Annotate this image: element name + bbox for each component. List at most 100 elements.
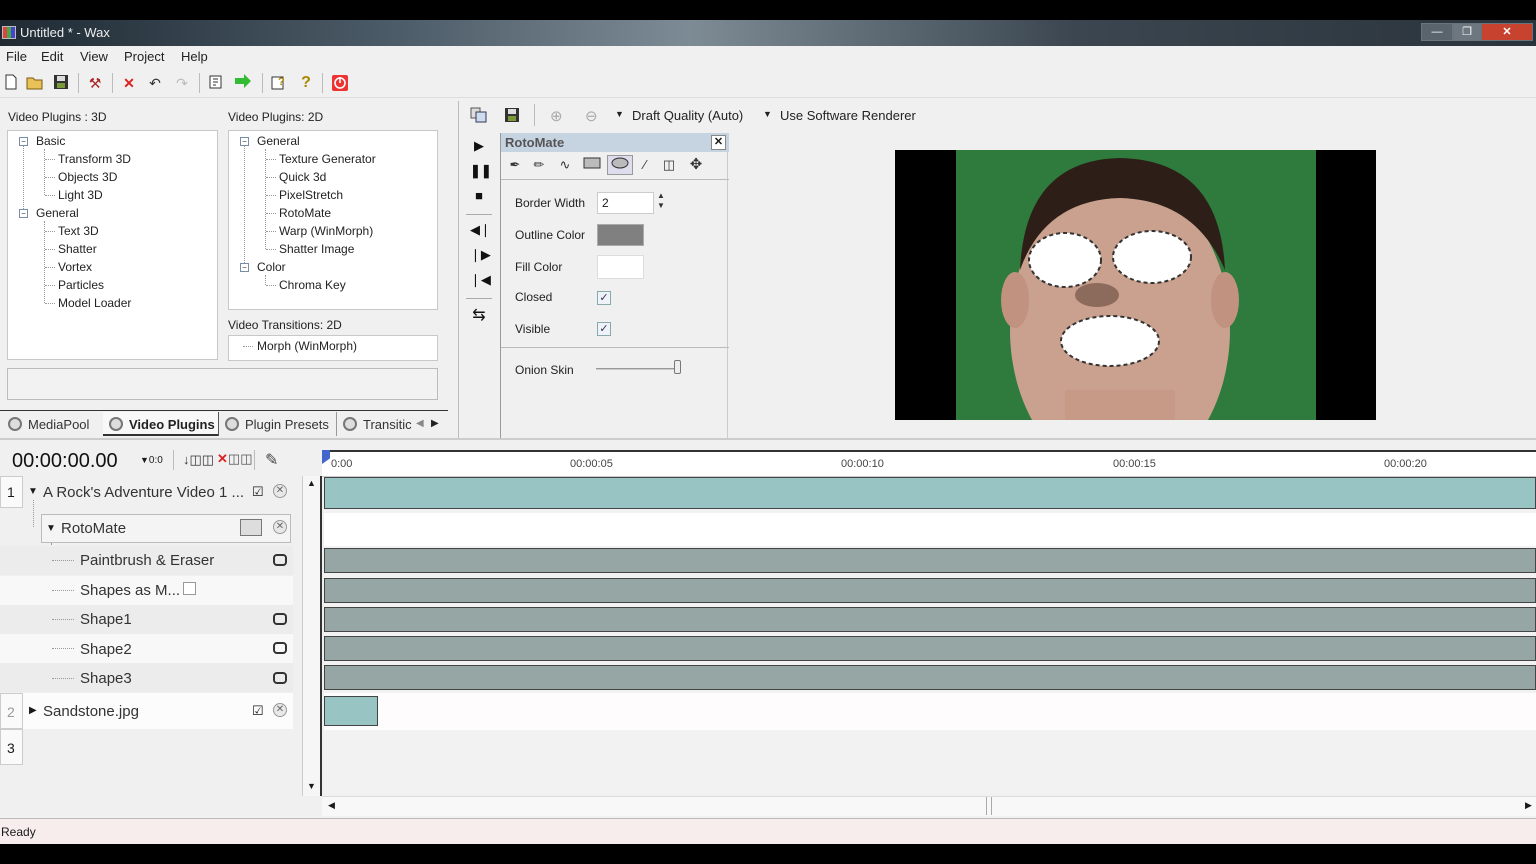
remove-track-button[interactable]: ✕ [273, 484, 287, 498]
tab-transitions[interactable]: Transitic [336, 412, 416, 436]
tab-video-plugins[interactable]: Video Plugins [103, 412, 219, 436]
tree-item[interactable]: Quick 3d [279, 170, 326, 184]
clip-shape2[interactable] [324, 636, 1536, 661]
plugin-editor-icon[interactable] [240, 519, 262, 536]
scroll-right-icon[interactable]: ▶ [1525, 800, 1532, 811]
tree-group-basic[interactable]: Basic [36, 134, 65, 148]
menu-file[interactable]: File [6, 49, 27, 64]
rectangle-icon[interactable] [581, 155, 603, 175]
clip-shapes-as-mask[interactable] [324, 578, 1536, 603]
quality-dropdown[interactable]: Draft Quality (Auto) [632, 108, 743, 123]
visible-checkbox[interactable]: ✓ [597, 322, 611, 336]
collapse-track-icon[interactable]: ▼ [28, 486, 38, 497]
edit-properties-icon[interactable]: ✎ [265, 450, 278, 470]
menu-view[interactable]: View [80, 49, 108, 64]
scroll-left-icon[interactable]: ◀ [328, 800, 335, 811]
tab-plugin-presets[interactable]: Plugin Presets [218, 412, 333, 436]
go-to-start-icon[interactable]: ❘◀ [470, 272, 491, 288]
timeline-zoom-dropdown[interactable]: ▼0:0 [140, 455, 163, 466]
clip-shape3[interactable] [324, 665, 1536, 690]
tree-item[interactable]: Transform 3D [58, 152, 131, 166]
move-icon[interactable]: ✥ [685, 155, 707, 175]
horizontal-scrollbar[interactable] [322, 796, 1536, 816]
loop-icon[interactable]: ⇆ [470, 305, 488, 325]
shape3-mask[interactable] [1060, 315, 1160, 367]
bezier-icon[interactable]: ◫ [658, 155, 680, 175]
tree-group-general[interactable]: General [36, 206, 79, 220]
lock-icon[interactable] [273, 613, 287, 625]
save-icon[interactable] [52, 74, 70, 92]
tab-mediapool[interactable]: MediaPool [2, 412, 93, 436]
expand-track-icon[interactable]: ▶ [29, 705, 37, 716]
add-track-icon[interactable]: ↓◫◫ [183, 452, 214, 468]
power-icon[interactable] [331, 74, 349, 92]
restore-button[interactable]: ❐ [1453, 23, 1481, 41]
zoom-out-icon[interactable]: ⊖ [585, 107, 598, 125]
clip-paintbrush-eraser[interactable] [324, 548, 1536, 573]
renderer-dropdown[interactable]: Use Software Renderer [780, 108, 916, 123]
remove-plugin-button[interactable]: ✕ [273, 520, 287, 534]
tree-item[interactable]: Warp (WinMorph) [279, 224, 373, 238]
track-visibility-icon[interactable]: ☑ [252, 703, 264, 719]
scroll-down-icon[interactable]: ▼ [307, 781, 316, 791]
export-arrow-icon[interactable] [234, 74, 252, 92]
line-icon[interactable]: ∕ [634, 155, 656, 175]
new-file-icon[interactable] [2, 74, 20, 92]
onion-skin-slider-thumb[interactable] [674, 360, 681, 374]
dropdown-arrow-icon[interactable]: ▼ [615, 109, 624, 119]
tree-group-color[interactable]: Color [257, 260, 286, 274]
child-shape2[interactable]: Shape2 [80, 641, 132, 658]
tree-item[interactable]: Texture Generator [279, 152, 376, 166]
onion-skin-slider-track[interactable] [596, 368, 678, 370]
minimize-button[interactable]: — [1421, 23, 1453, 41]
properties-icon[interactable] [207, 74, 225, 92]
child-paintbrush-eraser[interactable]: Paintbrush & Eraser [80, 552, 214, 569]
clip-sandstone[interactable] [324, 696, 378, 726]
ellipse-icon[interactable] [607, 155, 633, 175]
copy-frame-icon[interactable] [470, 107, 488, 126]
lock-icon[interactable] [273, 642, 287, 654]
tree-item[interactable]: Objects 3D [58, 170, 117, 184]
undo-icon[interactable]: ↶ [146, 74, 164, 92]
fill-color-swatch[interactable] [597, 255, 644, 279]
prev-frame-icon[interactable]: ◀❘ [470, 222, 491, 238]
outline-color-swatch[interactable] [597, 224, 644, 246]
help-context-icon[interactable]: ? [270, 74, 288, 92]
lock-icon[interactable] [273, 554, 287, 566]
delete-icon[interactable]: ✕ [120, 74, 138, 92]
scroll-up-icon[interactable]: ▲ [307, 478, 316, 488]
pause-icon[interactable]: ❚❚ [470, 163, 492, 179]
collapse-icon[interactable]: − [240, 263, 249, 272]
dropdown-arrow-icon[interactable]: ▼ [763, 109, 772, 119]
save-frame-icon[interactable] [504, 107, 520, 126]
tree-item[interactable]: Particles [58, 278, 104, 292]
paintbrush-icon[interactable]: ✒ [504, 155, 526, 175]
collapse-plugin-icon[interactable]: ▼ [46, 523, 56, 534]
vertical-scrollbar[interactable] [302, 476, 322, 796]
plugin-name[interactable]: RotoMate [61, 520, 126, 537]
tree-item[interactable]: Model Loader [58, 296, 131, 310]
border-width-input[interactable]: 2 [597, 192, 654, 214]
tree-item-rotomate[interactable]: RotoMate [279, 206, 331, 220]
zoom-in-icon[interactable]: ⊕ [550, 107, 563, 125]
shape2-mask[interactable] [1112, 230, 1192, 284]
tree-item[interactable]: PixelStretch [279, 188, 343, 202]
shapes-as-mask-checkbox[interactable] [183, 582, 196, 595]
collapse-icon[interactable]: − [19, 209, 28, 218]
shape1-mask[interactable] [1028, 232, 1102, 288]
stop-icon[interactable]: ■ [470, 188, 488, 203]
freehand-icon[interactable]: ∿ [554, 155, 576, 175]
redo-icon[interactable]: ↷ [173, 74, 191, 92]
next-frame-icon[interactable]: ❘▶ [470, 247, 491, 263]
wizard-icon[interactable]: ⚒ [86, 74, 104, 92]
track-visibility-icon[interactable]: ☑ [252, 484, 264, 500]
timeline-ruler[interactable] [322, 450, 1536, 477]
collapse-icon[interactable]: − [19, 137, 28, 146]
collapse-icon[interactable]: − [240, 137, 249, 146]
play-icon[interactable]: ▶ [470, 138, 488, 154]
menu-edit[interactable]: Edit [41, 49, 63, 64]
menu-project[interactable]: Project [124, 49, 164, 64]
remove-track-button[interactable]: ✕ [273, 703, 287, 717]
remove-track-icon[interactable]: ✕◫◫ [217, 451, 252, 467]
track-name[interactable]: Sandstone.jpg [43, 703, 139, 720]
